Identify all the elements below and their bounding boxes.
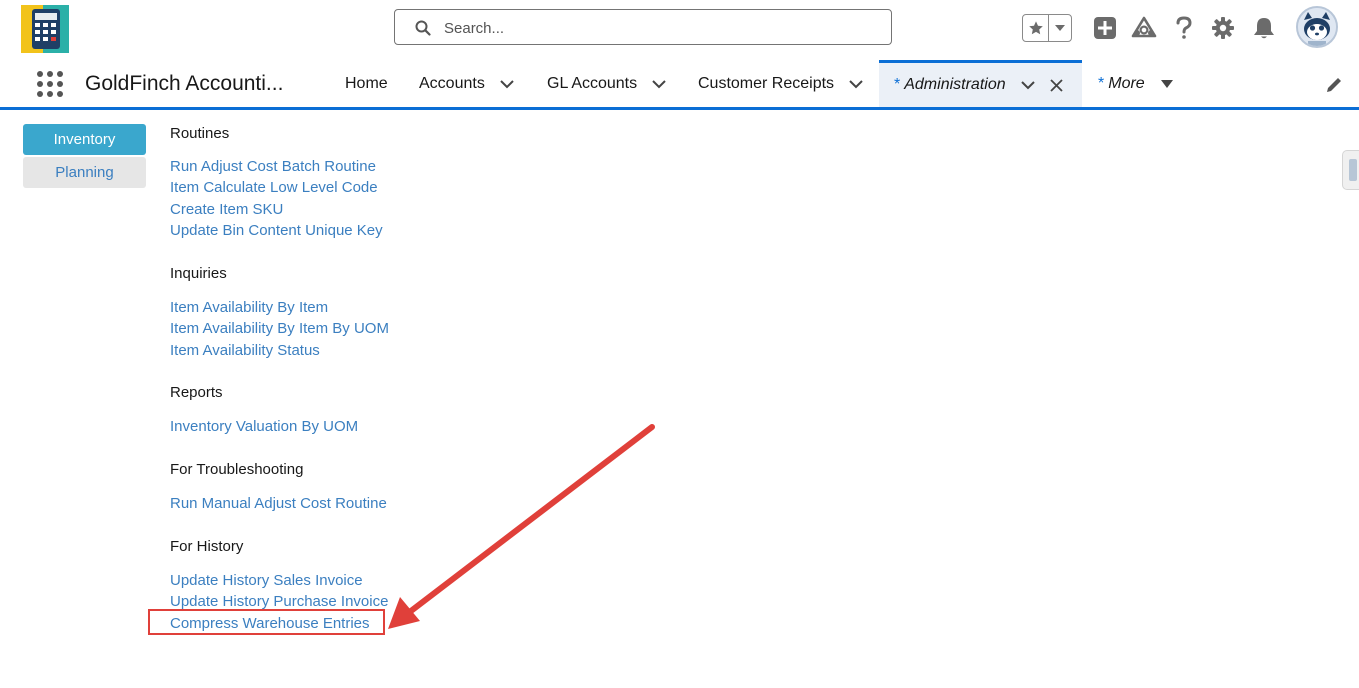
section-title: For History bbox=[170, 538, 244, 555]
section-title: Reports bbox=[170, 384, 223, 401]
nav-tab-label: Customer Receipts bbox=[698, 74, 835, 92]
sidebar-tab-inventory[interactable]: Inventory bbox=[23, 124, 146, 155]
nav-tab-label: GL Accounts bbox=[547, 74, 638, 92]
chevron-down-icon[interactable] bbox=[499, 79, 515, 89]
unsaved-marker: * bbox=[894, 76, 901, 93]
links-for-troubleshooting: Run Manual Adjust Cost Routine bbox=[170, 493, 387, 514]
search-input[interactable] bbox=[442, 16, 876, 40]
calculator-logo-icon bbox=[21, 5, 69, 53]
section-inquiries: Inquiries bbox=[170, 264, 227, 284]
dropdown-icon bbox=[1055, 25, 1066, 31]
navigation-bar: GoldFinch Accounti... Home Accounts GL A… bbox=[0, 60, 1359, 110]
sidebar-tabs: Inventory Planning bbox=[23, 124, 146, 190]
nav-more-menu[interactable]: * More bbox=[1098, 60, 1173, 107]
section-routines: Routines bbox=[170, 124, 229, 144]
avatar[interactable] bbox=[1296, 6, 1338, 48]
section-reports: Reports bbox=[170, 383, 223, 403]
nav-tab-label: Accounts bbox=[419, 74, 485, 92]
caret-down-icon bbox=[1160, 79, 1173, 88]
link-create-item-sku[interactable]: Create Item SKU bbox=[170, 199, 383, 220]
trailhead-button[interactable] bbox=[1131, 15, 1157, 41]
app-logo bbox=[21, 5, 69, 53]
link-run-manual-adjust-cost-routine[interactable]: Run Manual Adjust Cost Routine bbox=[170, 493, 387, 514]
app-launcher-grid-icon bbox=[37, 71, 63, 97]
notification-bell-icon bbox=[1254, 18, 1274, 39]
link-update-history-sales-invoice[interactable]: Update History Sales Invoice bbox=[170, 570, 388, 591]
nav-tab-administration[interactable]: * Administration bbox=[879, 60, 1082, 107]
favorites-button-group bbox=[1022, 14, 1072, 42]
add-icon bbox=[1094, 17, 1116, 39]
unsaved-marker: * bbox=[1098, 74, 1105, 92]
links-routines: Run Adjust Cost Batch Routine Item Calcu… bbox=[170, 156, 383, 241]
search-icon bbox=[415, 20, 431, 41]
pencil-icon bbox=[1327, 78, 1341, 92]
global-actions-button[interactable] bbox=[1092, 15, 1118, 41]
chevron-down-icon[interactable] bbox=[848, 79, 864, 89]
link-inventory-valuation-by-uom[interactable]: Inventory Valuation By UOM bbox=[170, 416, 358, 437]
sidebar-tab-planning[interactable]: Planning bbox=[23, 157, 146, 188]
help-button[interactable] bbox=[1171, 15, 1197, 41]
section-title: For Troubleshooting bbox=[170, 461, 304, 478]
links-inquiries: Item Availability By Item Item Availabil… bbox=[170, 297, 389, 361]
help-icon bbox=[1176, 16, 1192, 39]
nav-tab-customer-receipts[interactable]: Customer Receipts bbox=[698, 60, 864, 107]
chevron-down-icon[interactable] bbox=[651, 79, 667, 89]
favorites-dropdown-button[interactable] bbox=[1049, 15, 1071, 41]
app-launcher-button[interactable] bbox=[36, 70, 64, 98]
edit-nav-button[interactable] bbox=[1325, 76, 1343, 99]
global-header bbox=[0, 0, 1359, 60]
star-icon bbox=[1028, 21, 1043, 35]
section-for-troubleshooting: For Troubleshooting bbox=[170, 460, 303, 480]
annotation-highlight-box bbox=[148, 609, 385, 635]
global-search-box[interactable] bbox=[394, 9, 892, 45]
setup-gear-icon bbox=[1212, 17, 1234, 39]
link-item-availability-by-item-by-uom[interactable]: Item Availability By Item By UOM bbox=[170, 318, 389, 339]
close-tab-icon[interactable] bbox=[1049, 78, 1063, 92]
link-item-availability-by-item[interactable]: Item Availability By Item bbox=[170, 297, 389, 318]
user-avatar-icon bbox=[1298, 8, 1336, 46]
section-for-history: For History bbox=[170, 537, 243, 557]
trailhead-icon bbox=[1131, 16, 1157, 38]
nav-tab-label: More bbox=[1108, 74, 1145, 92]
favorites-star-button[interactable] bbox=[1023, 15, 1050, 41]
link-update-bin-content-unique-key[interactable]: Update Bin Content Unique Key bbox=[170, 220, 383, 241]
section-title: Routines bbox=[170, 125, 230, 142]
nav-tab-label: Administration bbox=[904, 76, 1006, 93]
app-name: GoldFinch Accounti... bbox=[85, 72, 284, 95]
section-title: Inquiries bbox=[170, 265, 227, 282]
setup-button[interactable] bbox=[1210, 15, 1236, 41]
nav-tab-gl-accounts[interactable]: GL Accounts bbox=[547, 60, 667, 107]
nav-tab-label: Home bbox=[345, 74, 388, 92]
chevron-down-icon[interactable] bbox=[1020, 80, 1036, 90]
link-item-calculate-low-level-code[interactable]: Item Calculate Low Level Code bbox=[170, 177, 383, 198]
collapse-handle-icon bbox=[1349, 159, 1357, 181]
side-panel-handle[interactable] bbox=[1342, 150, 1359, 190]
link-run-adjust-cost-batch-routine[interactable]: Run Adjust Cost Batch Routine bbox=[170, 156, 383, 177]
links-reports: Inventory Valuation By UOM bbox=[170, 416, 358, 437]
nav-tab-accounts[interactable]: Accounts bbox=[419, 60, 515, 107]
link-item-availability-status[interactable]: Item Availability Status bbox=[170, 340, 389, 361]
notifications-button[interactable] bbox=[1251, 15, 1277, 41]
nav-tab-home[interactable]: Home bbox=[345, 60, 388, 107]
